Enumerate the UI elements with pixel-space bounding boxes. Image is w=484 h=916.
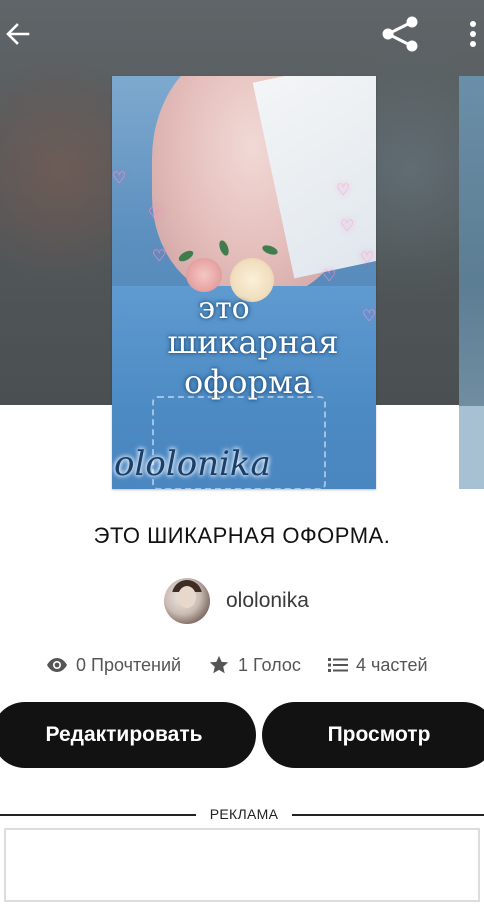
ad-container[interactable] [4,828,480,902]
cover-author-signature: ololonika [114,444,271,484]
heart-icon: ♡ [152,246,167,265]
divider-line [0,814,196,816]
more-vertical-icon [470,21,476,47]
share-icon [382,16,418,52]
more-options-button[interactable] [462,12,484,56]
votes-stat: 1 Голос [208,652,301,678]
heart-icon: ♡ [336,180,351,199]
star-icon [208,654,230,676]
eye-icon [46,657,68,673]
author-name: ololonika [226,589,309,612]
book-cover[interactable]: ♡ ♡ ♡ ♡ ♡ ♡ ♡ ♡ это шикарная оформа olol… [112,76,376,489]
avatar-face [178,586,196,608]
list-icon [328,657,348,673]
reads-stat: 0 Прочтений [46,652,181,678]
author-link[interactable]: ololonika [164,578,309,624]
view-button[interactable]: Просмотр [262,702,484,768]
story-title: ЭТО ШИКАРНАЯ ОФОРМА. [93,523,391,548]
cover-rose-pink [186,258,222,292]
heart-icon: ♡ [112,168,127,187]
ad-divider: РЕКЛАМА [0,805,484,825]
parts-count: 4 частей [356,654,428,675]
back-button[interactable] [0,12,36,56]
ad-label: РЕКЛАМА [209,806,279,822]
cover-title-line3: оформа [183,363,313,401]
avatar [164,578,210,624]
cover-title-line1: это [198,291,250,326]
divider-line [292,814,484,816]
share-button[interactable] [376,12,424,56]
heart-icon: ♡ [340,216,355,235]
votes-count: 1 Голос [238,654,301,675]
edit-button[interactable]: Редактировать [0,702,256,768]
parts-stat: 4 частей [328,652,428,678]
arrow-left-icon [6,23,30,45]
heart-icon: ♡ [322,266,337,285]
cover-title-line2: шикарная [167,323,339,361]
heart-icon: ♡ [148,204,163,223]
heart-icon: ♡ [360,248,375,267]
reads-count: 0 Прочтений [76,654,182,675]
next-book-cover[interactable] [459,76,484,489]
next-cover-detail [459,406,484,489]
